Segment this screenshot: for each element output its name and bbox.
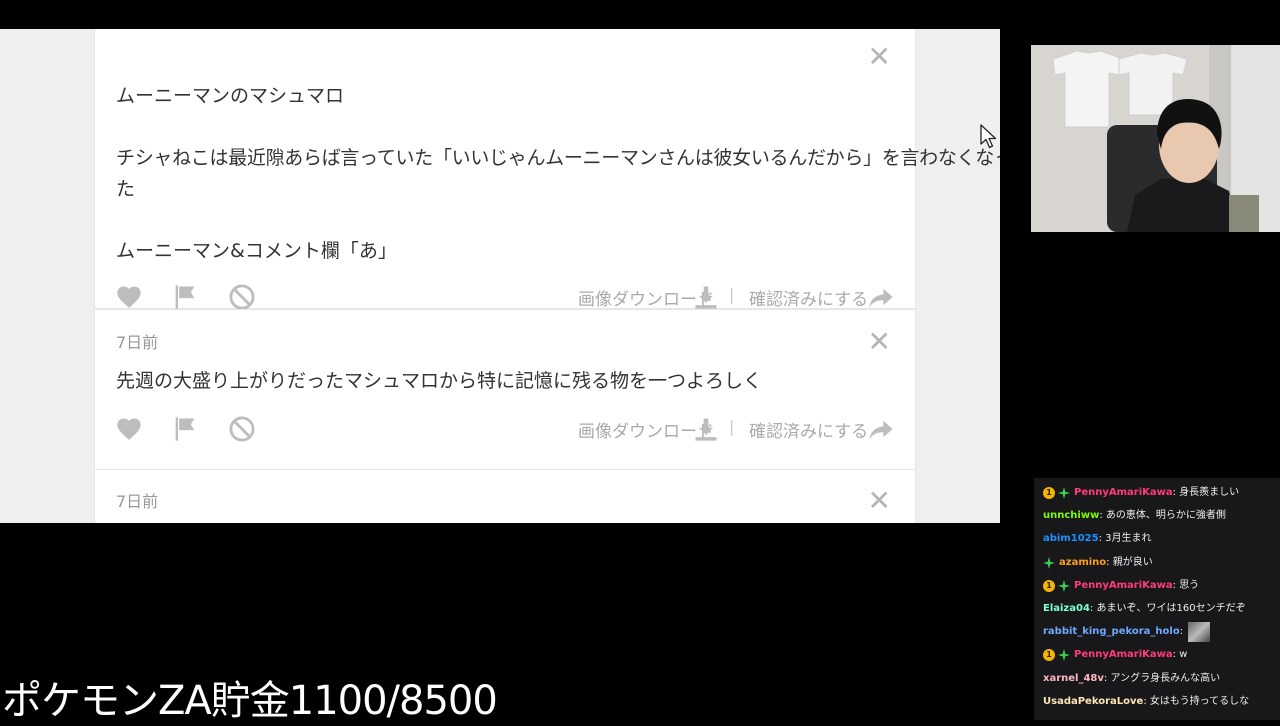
download-icon[interactable] (692, 283, 720, 311)
chat-message: unnchiww: あの恵体、明らかに強者側 (1043, 505, 1226, 527)
chat-username[interactable]: xarnel_48v (1043, 668, 1104, 690)
subscriber-badge-icon: 1 (1043, 649, 1055, 662)
flag-icon[interactable] (171, 415, 199, 443)
message-line: チシャねこは最近隙あらば言っていた「いいじゃんムーニーマンさんは彼女いるんだから… (116, 147, 1000, 169)
flag-icon[interactable] (171, 283, 199, 311)
message-line (116, 112, 893, 143)
browser-viewport: ✕ ムーニーマンのマシュマロ チシャねこは最近隙あらば言っていた「いいじゃんムー… (0, 29, 1000, 523)
block-icon[interactable] (228, 415, 256, 443)
chat-username[interactable]: unnchiww (1043, 505, 1099, 527)
chat-message: abim1025: 3月生まれ (1043, 528, 1152, 550)
message-line: 先週の大盛り上がりだったマシュマロから特に記憶に残る物を一つよろしく (116, 370, 763, 392)
chat-username[interactable]: abim1025 (1043, 528, 1099, 550)
close-icon[interactable]: ✕ (868, 487, 891, 515)
chat-message: UsadaPekoraLove: 女はもう持ってるしな (1043, 691, 1249, 713)
chat-text: w (1179, 649, 1188, 661)
block-icon[interactable] (228, 283, 256, 311)
message-text: 先週の大盛り上がりだったマシュマロから特に記憶に残る物を一つよろしく (116, 366, 893, 397)
sparkle-badge-icon (1058, 649, 1070, 662)
message-card: 7日前 ✕ (94, 469, 916, 523)
savings-counter-overlay: ポケモンZA貯金1100/8500 (2, 678, 498, 724)
share-arrow-icon[interactable] (867, 415, 895, 443)
message-line (116, 205, 893, 236)
chat-message: rabbit_king_pekora_holo: (1043, 621, 1211, 643)
chat-message: 1 PennyAmariKawa: 思う (1043, 575, 1199, 597)
chat-username[interactable]: PennyAmariKawa (1074, 482, 1173, 504)
chat-message: Elaiza04: あまいぞ、ワイは160センチだぞ (1043, 598, 1246, 620)
chat-text: アングラ身長みんな高い (1110, 672, 1221, 684)
share-arrow-icon[interactable] (867, 283, 895, 311)
chat-text: 女はもう持ってるしな (1149, 695, 1250, 707)
message-card: ✕ ムーニーマンのマシュマロ チシャねこは最近隙あらば言っていた「いいじゃんムー… (94, 29, 1000, 311)
stream-chat: 1 PennyAmariKawa: 身長羨ましい unnchiww: あの恵体、明ら… (1034, 478, 1280, 720)
mouse-cursor-icon (980, 124, 997, 149)
chat-colon: : (1179, 626, 1187, 638)
close-icon[interactable]: ✕ (868, 328, 891, 356)
chat-text: 思う (1179, 579, 1200, 591)
separator: | (729, 417, 735, 436)
chat-message: azamino: 親が良い (1043, 552, 1153, 574)
chat-username[interactable]: azamino (1059, 552, 1106, 574)
close-icon[interactable]: ✕ (868, 43, 891, 71)
chat-message: 1 PennyAmariKawa: w (1043, 644, 1187, 666)
chat-username[interactable]: UsadaPekoraLove (1043, 691, 1143, 713)
message-line: ムーニーマン&コメント欄「あ」 (116, 240, 397, 262)
message-age: 7日前 (116, 333, 159, 352)
chat-text: 親が良い (1112, 556, 1153, 568)
webcam-feed (1031, 45, 1280, 232)
message-line: ムーニーマンのマシュマロ (116, 85, 345, 107)
sparkle-badge-icon (1058, 487, 1070, 499)
message-text: ムーニーマンのマシュマロ チシャねこは最近隙あらば言っていた「いいじゃんムーニー… (116, 81, 1000, 267)
chat-username[interactable]: PennyAmariKawa (1074, 575, 1173, 597)
webcam-image (1031, 45, 1280, 232)
chat-text: 3月生まれ (1105, 533, 1152, 545)
subscriber-badge-icon: 1 (1043, 579, 1055, 592)
sparkle-badge-icon (1058, 579, 1070, 592)
message-card: 7日前 ✕ 先週の大盛り上がりだったマシュマロから特に記憶に残る物を一つよろしく… (94, 309, 916, 470)
heart-icon[interactable] (115, 283, 143, 311)
chat-message: xarnel_48v: アングラ身長みんな高い (1043, 668, 1220, 690)
sparkle-badge-icon (1043, 556, 1055, 569)
mark-confirmed-link[interactable]: 確認済みにする (749, 417, 868, 442)
chat-text: あまいぞ、ワイは160センチだぞ (1096, 603, 1246, 614)
emote-image (1188, 622, 1211, 643)
chat-text: 身長羨ましい (1179, 487, 1240, 498)
message-line: た (116, 178, 136, 200)
message-age: 7日前 (116, 492, 159, 511)
chat-username[interactable]: PennyAmariKawa (1074, 644, 1173, 666)
chat-message: 1 PennyAmariKawa: 身長羨ましい (1043, 482, 1239, 504)
message-actions: 画像ダウンロード | 確認済みにする (115, 413, 895, 445)
separator: | (729, 285, 735, 304)
download-icon[interactable] (692, 415, 720, 443)
heart-icon[interactable] (115, 415, 143, 443)
chat-username[interactable]: rabbit_king_pekora_holo (1043, 621, 1180, 643)
subscriber-badge-icon: 1 (1043, 487, 1055, 499)
chat-username[interactable]: Elaiza04 (1043, 598, 1090, 620)
chat-text: あの恵体、明らかに強者側 (1105, 510, 1226, 522)
mark-confirmed-link[interactable]: 確認済みにする (749, 285, 868, 310)
